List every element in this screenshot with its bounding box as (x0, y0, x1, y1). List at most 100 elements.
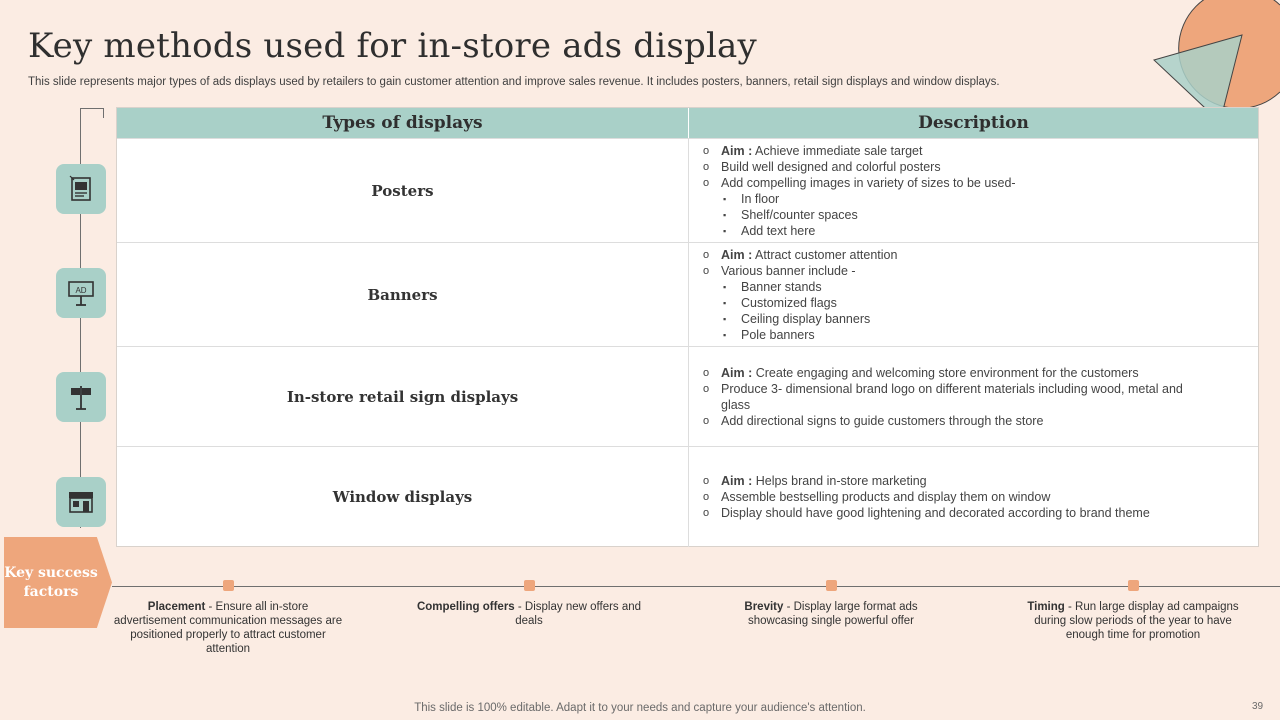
factor-marker (1128, 580, 1139, 591)
bullet-body: Pole banners (741, 327, 815, 342)
display-type-cell: Posters (371, 181, 434, 200)
table-row: Banners o Aim : Attract customer attention… (117, 242, 1258, 346)
description-cell: o Aim : Create engaging and welcoming sto… (688, 347, 1258, 446)
bullet-text: Display should have good lightening and … (721, 505, 1150, 521)
bullet-text: Aim : Attract customer attention (721, 247, 897, 263)
table-row: In-store retail sign displays o Aim : Crea… (117, 346, 1258, 446)
success-factor: Timing - Run large display ad campaigns … (1018, 600, 1248, 642)
bullet-text: Shelf/counter spaces (741, 207, 858, 223)
success-factor: Compelling offers - Display new offers a… (414, 600, 644, 628)
table-row: Window displays o Aim : Helps brand in-sto… (117, 446, 1258, 547)
bullet-bold-label: Aim : (721, 247, 753, 262)
bullet-bold-label: Aim : (721, 143, 753, 158)
bullet-body: Add directional signs to guide customers… (721, 413, 1044, 428)
description-cell: o Aim : Achieve immediate sale target o Bui… (688, 139, 1258, 242)
storefront-icon (69, 492, 93, 513)
square-bullet-icon: ▪ (723, 281, 727, 292)
bullet-body: Customized flags (741, 295, 837, 310)
description-bullet: o Assemble bestselling products and displ… (703, 489, 1258, 505)
description-bullet: ▪ Pole banners (703, 327, 1258, 343)
bullet-text: Various banner include - (721, 263, 856, 279)
circle-bullet-icon: o (703, 144, 710, 157)
factor-description: - Display new offers and deals (514, 601, 642, 627)
sign-icon-box (56, 372, 106, 422)
bullet-body: In floor (741, 191, 780, 206)
bullet-body: Helps brand in-store marketing (752, 474, 927, 488)
bullet-text: Banner stands (741, 279, 822, 295)
description-bullet: o Produce 3- dimensional brand logo on di… (703, 381, 1258, 413)
factor-title: Timing (1027, 601, 1065, 613)
square-bullet-icon: ▪ (723, 225, 727, 236)
factor-title: Placement (147, 601, 206, 613)
circle-bullet-icon: o (703, 414, 710, 427)
square-bullet-icon: ▪ (723, 193, 727, 204)
bullet-text: Add directional signs to guide customers… (721, 413, 1043, 429)
bullet-text: Pole banners (741, 327, 815, 343)
factor-marker (826, 580, 837, 591)
bullet-body: Ceiling display banners (741, 311, 871, 326)
table-header: Types of displays Description (117, 108, 1258, 138)
factors-line (112, 586, 1280, 587)
circle-bullet-icon: o (703, 264, 710, 277)
bullet-text: In floor (741, 191, 779, 207)
billboard-ad-text: AD (75, 286, 86, 295)
storefront-icon-box (56, 477, 106, 527)
table-row: Posters o Aim : Achieve immediate sale tar… (117, 138, 1258, 242)
bullet-body: Shelf/counter spaces (741, 207, 858, 222)
factor-title: Compelling offers (416, 601, 515, 613)
bullet-text: Add compelling images in variety of size… (721, 175, 1016, 191)
factor-marker (524, 580, 535, 591)
bullet-text: Add text here (741, 223, 815, 239)
square-bullet-icon: ▪ (723, 209, 727, 220)
circle-bullet-icon: o (703, 366, 710, 379)
circle-bullet-icon: o (703, 507, 710, 519)
factor-description: - Run large display ad campaigns during … (1034, 601, 1239, 641)
bullet-text: Aim : Achieve immediate sale target (721, 143, 922, 159)
bullet-body: Achieve immediate sale target (752, 143, 923, 158)
billboard-ad-icon: AD (68, 281, 94, 306)
square-bullet-icon: ▪ (723, 297, 727, 308)
description-bullet: o Aim : Helps brand in-store marketing (703, 473, 1258, 489)
bullet-text: Produce 3- dimensional brand logo on dif… (721, 381, 1201, 413)
circle-bullet-icon: o (703, 160, 710, 173)
bullet-body: Various banner include - (721, 263, 856, 278)
description-bullet: ▪ Banner stands (703, 279, 1258, 295)
bullet-text: Aim : Helps brand in-store marketing (721, 473, 927, 489)
circle-bullet-icon: o (703, 382, 710, 395)
description-bullet: o Add compelling images in variety of siz… (703, 175, 1258, 191)
poster-icon (69, 175, 91, 201)
bullet-body: Add compelling images in variety of size… (721, 175, 1016, 190)
bullet-body: Display should have good lightening and … (721, 506, 1150, 520)
bullet-text: Aim : Create engaging and welcoming stor… (721, 365, 1139, 381)
description-bullet: ▪ Add text here (703, 223, 1258, 239)
bullet-body: Create engaging and welcoming store envi… (752, 365, 1139, 380)
key-success-factors-label: Key success factors (4, 564, 98, 600)
display-type-cell: In-store retail sign displays (286, 387, 519, 406)
description-cell: o Aim : Helps brand in-store marketing o As… (688, 447, 1258, 547)
description-bullet: o Add directional signs to guide customer… (703, 413, 1258, 429)
slide-subtitle: This slide represents major types of ads… (28, 76, 1000, 88)
bullet-bold-label: Aim : (721, 365, 753, 380)
description-bullet: o Build well designed and colorful poster… (703, 159, 1258, 175)
bullet-bold-label: Aim : (721, 474, 753, 488)
description-bullet: ▪ Ceiling display banners (703, 311, 1258, 327)
billboard-icon-box: AD (56, 268, 106, 318)
description-bullet: ▪ In floor (703, 191, 1258, 207)
display-type-cell: Banners (367, 285, 438, 304)
bullet-body: Build well designed and colorful posters (721, 159, 941, 174)
square-bullet-icon: ▪ (723, 329, 727, 340)
bullet-body: Attract customer attention (752, 247, 898, 262)
bullet-body: Assemble bestselling products and displa… (721, 490, 1051, 504)
circle-bullet-icon: o (703, 491, 710, 503)
display-type-cell: Window displays (332, 488, 473, 506)
display-types-table: Types of displays Description Posters o Ai… (116, 107, 1259, 547)
factor-title: Brevity (744, 601, 784, 613)
description-bullet: o Display should have good lightening and… (703, 505, 1258, 521)
factor-marker (223, 580, 234, 591)
circle-bullet-icon: o (703, 248, 710, 261)
bullet-body: Banner stands (741, 279, 822, 294)
footer-text: This slide is 100% editable. Adapt it to… (414, 702, 866, 714)
header-types-of-displays: Types of displays (322, 113, 483, 133)
square-bullet-icon: ▪ (723, 313, 727, 324)
description-cell: o Aim : Attract customer attention o Variou… (688, 243, 1258, 346)
